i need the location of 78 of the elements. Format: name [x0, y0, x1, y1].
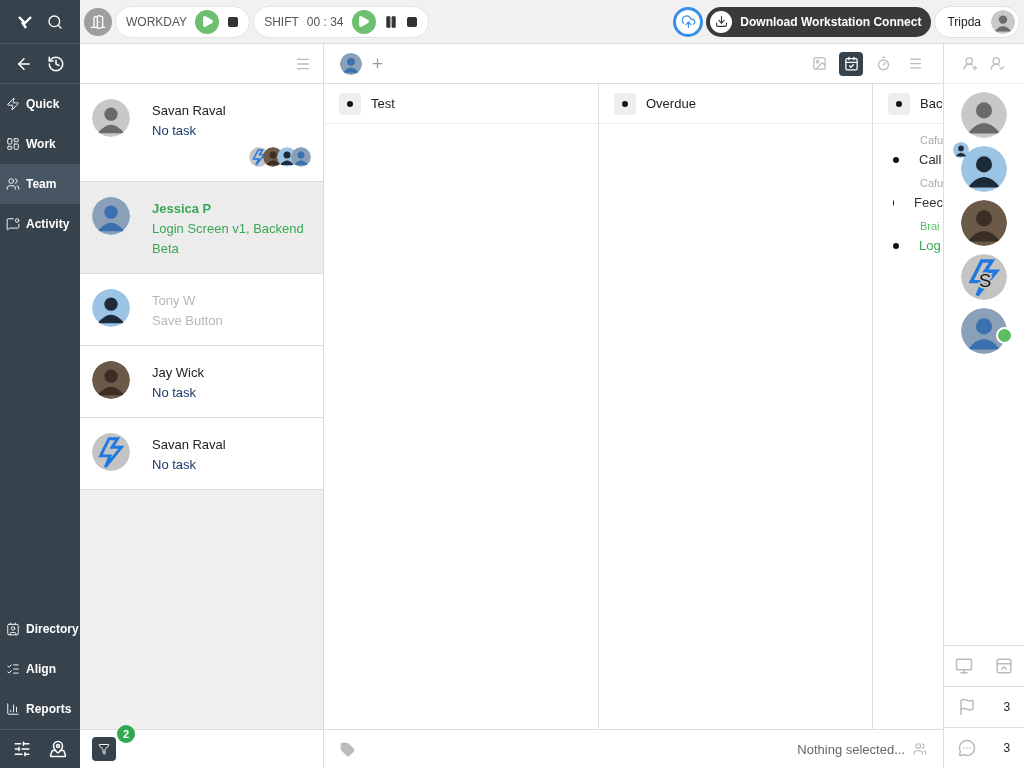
task-project: Brai: [919, 220, 941, 232]
member-name: Tony W: [152, 292, 197, 310]
flag-icon: [957, 698, 976, 716]
bullet-icon: [893, 242, 899, 249]
task-project: Cafu: [919, 134, 943, 146]
nav-item[interactable]: Quick: [0, 84, 80, 124]
nav-item[interactable]: Team: [0, 164, 80, 204]
stop-button[interactable]: [227, 15, 240, 28]
column-title: Overdue: [646, 96, 696, 111]
task-title[interactable]: Call: [919, 152, 942, 167]
avatar: [92, 289, 130, 327]
stop-button[interactable]: [405, 15, 418, 28]
board-icon: [6, 137, 20, 151]
users-icon: [913, 742, 927, 756]
search-icon[interactable]: [47, 13, 63, 30]
add-icon[interactable]: [370, 56, 385, 71]
pause-button[interactable]: [383, 14, 398, 29]
pause-icon: [383, 14, 398, 29]
member-name: Jay Wick: [152, 364, 205, 382]
timer-label: WORKDAY: [126, 14, 188, 29]
door-icon[interactable]: [84, 7, 112, 36]
contact-card-icon: [6, 622, 20, 636]
member-task: No task: [152, 122, 198, 140]
filter-icon: [98, 743, 110, 755]
cloud-upload-icon[interactable]: [673, 6, 704, 37]
team-member[interactable]: Savan Raval No task: [80, 84, 323, 182]
comment-count: 3: [1003, 741, 1011, 755]
avatar: [92, 197, 130, 235]
user-button[interactable]: Tripda: [934, 5, 1020, 38]
member-task: No task: [152, 384, 198, 402]
member-task: Login Screen v1, Backend Beta: [152, 220, 305, 258]
member-name: Savan Raval: [152, 436, 227, 454]
nav-item[interactable]: Work: [0, 124, 80, 164]
member-name: Jessica P: [152, 200, 213, 218]
flag-count: 3: [1003, 700, 1011, 714]
people-icon: [6, 177, 20, 191]
play-icon: [200, 15, 214, 28]
checklist-icon: [6, 662, 20, 676]
bullet-icon: [893, 156, 899, 163]
count-badge: 2: [117, 725, 135, 743]
comment-icon: [957, 739, 976, 757]
avatar: [991, 9, 1015, 34]
avatar: [92, 433, 130, 471]
member-name: Savan Raval: [152, 102, 227, 120]
map-pin-icon[interactable]: [49, 740, 67, 758]
bolt-icon: [6, 97, 20, 111]
stop-icon: [405, 15, 418, 28]
download-icon: [710, 10, 733, 33]
avatar: [92, 99, 130, 137]
member-task: No task: [152, 456, 198, 474]
bar-chart-icon: [6, 702, 20, 716]
task-title[interactable]: Feec: [914, 195, 943, 210]
user-check-icon[interactable]: [990, 56, 1005, 71]
column-title: Test: [371, 96, 395, 111]
nav-item[interactable]: Align: [0, 649, 80, 689]
task-project: Cafu: [919, 177, 943, 189]
history-icon[interactable]: [47, 54, 65, 73]
filter-button[interactable]: [92, 737, 116, 761]
play-icon: [357, 15, 370, 28]
team-member[interactable]: Jay Wick No task: [80, 346, 323, 418]
team-member[interactable]: Savan Raval No task: [80, 418, 323, 490]
avatar: [340, 52, 362, 75]
nav-item[interactable]: Reports: [0, 689, 80, 729]
sliders-icon[interactable]: [13, 740, 31, 758]
nav-item[interactable]: Activity: [0, 204, 80, 244]
stop-icon: [227, 15, 240, 28]
column-title: Bac: [920, 96, 943, 111]
member-task: Save Button: [152, 312, 224, 330]
avatar: [92, 361, 130, 399]
timer-label: SHIFT: [264, 14, 299, 29]
timer-time: 00 : 34: [306, 14, 344, 29]
calendar-view-icon[interactable]: [839, 51, 863, 76]
avatar: [291, 147, 311, 167]
download-button[interactable]: Download Workstation Connect: [706, 6, 932, 37]
nav-item[interactable]: Directory: [0, 609, 80, 649]
chat-icon: [6, 217, 20, 231]
logo-icon[interactable]: [17, 13, 33, 30]
status-text: Nothing selected...: [797, 741, 905, 757]
